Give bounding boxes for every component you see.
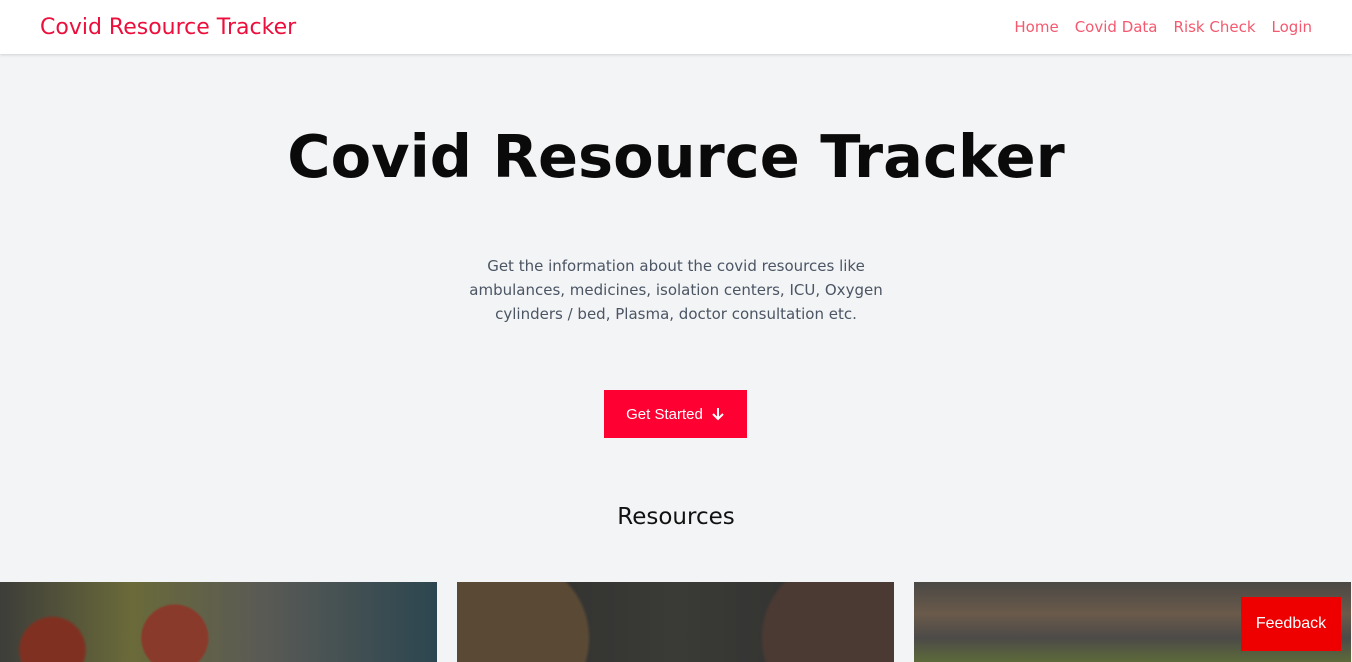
nav-links: Home Covid Data Risk Check Login — [1014, 18, 1312, 36]
nav-login[interactable]: Login — [1272, 18, 1312, 36]
resources-heading: Resources — [617, 504, 735, 530]
brand-link[interactable]: Covid Resource Tracker — [40, 15, 296, 40]
resource-card-medicines[interactable] — [0, 582, 437, 662]
navbar: Covid Resource Tracker Home Covid Data R… — [0, 0, 1352, 54]
feedback-button[interactable]: Feedback — [1241, 597, 1341, 651]
nav-home[interactable]: Home — [1014, 18, 1058, 36]
arrow-down-icon — [712, 408, 724, 421]
nav-covid-data[interactable]: Covid Data — [1075, 18, 1158, 36]
nav-risk-check[interactable]: Risk Check — [1174, 18, 1256, 36]
get-started-label: Get Started — [626, 405, 703, 423]
resource-card-food[interactable] — [457, 582, 894, 662]
get-started-button[interactable]: Get Started — [604, 390, 747, 438]
hero-description: Get the information about the covid reso… — [469, 257, 883, 323]
hero-title: Covid Resource Tracker — [287, 122, 1065, 191]
